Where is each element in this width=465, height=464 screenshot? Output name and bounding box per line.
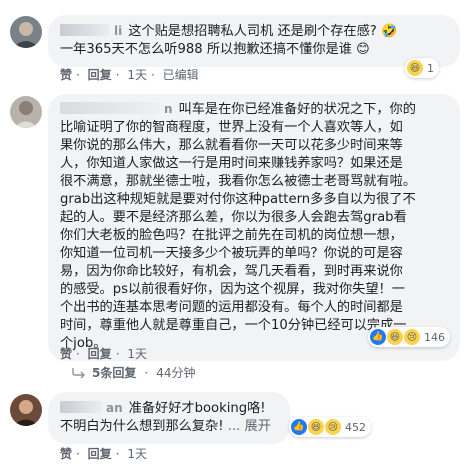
comment-2-bubble: n 叫车是在你已经准备好的状况之下，你的 比喻证明了你的智商程度，世界上没有一个人…: [48, 94, 460, 361]
comment-2-line: grab出这种规矩就是要对付你这种pattern多多自以为很了不: [60, 192, 416, 207]
like-button[interactable]: 赞: [60, 447, 72, 461]
sad-reaction-icon: 😢: [325, 419, 341, 435]
avatar[interactable]: [10, 394, 42, 426]
comment-2-line: 起的人。要不是经济那么差，你以为很多人会跑去驾grab看: [60, 210, 407, 225]
reply-button[interactable]: 回复: [88, 68, 112, 82]
timestamp[interactable]: 1天: [127, 347, 147, 361]
reply-button[interactable]: 回复: [88, 447, 112, 461]
avatar[interactable]: [10, 96, 42, 128]
comment-2-line: 你们大老板的脸色吗？在批评之前先在司机的岗位想一想，: [60, 228, 403, 243]
reaction-count: 452: [345, 420, 366, 434]
replies-count-link[interactable]: 5条回复: [92, 364, 136, 381]
comment-2-line: 个出书的连基本思考问题的运用都没有。每个人的时间都是: [60, 300, 403, 315]
comment-2-line: 很不满意，那就坐德士啦，我看你怎么被德士老哥骂就有啦。: [60, 174, 417, 189]
rofl-emoji-icon: 🤣: [381, 24, 398, 39]
reaction-count: 146: [424, 330, 445, 344]
smile-emoji-icon: 😊: [356, 42, 370, 57]
edited-label: 已编辑: [162, 68, 199, 82]
comment-2-line: 叫车是在你已经准备好的状况之下，你的: [178, 102, 416, 117]
timestamp[interactable]: 1天: [127, 447, 147, 461]
replies-timestamp: 44分钟: [156, 366, 196, 380]
comment-3-line1: 准备好好才booking咯!: [128, 401, 266, 416]
author-name-redacted[interactable]: [60, 401, 102, 413]
comment-2-actions: 赞 · 回复 · 1天: [60, 347, 147, 361]
timestamp[interactable]: 1天: [127, 68, 147, 82]
reply-button[interactable]: 回复: [88, 347, 112, 361]
comment-3: [10, 394, 42, 426]
author-name-redacted[interactable]: [60, 24, 110, 36]
author-name-tail[interactable]: n: [164, 102, 173, 116]
avatar[interactable]: [10, 16, 42, 48]
like-button[interactable]: 赞: [60, 68, 72, 82]
comment-2-line: 的感受。ps以前很看好你，因为这个视屏，我对你失望！一: [60, 282, 405, 297]
view-replies[interactable]: 5条回复 · 44分钟: [72, 364, 195, 381]
like-reaction-icon: 👍: [291, 419, 307, 435]
comment-3-line2: 不明白为什么想到那么复杂!: [60, 419, 224, 434]
comment-3-reactions[interactable]: 👍 😆 😢 452: [289, 417, 371, 437]
comment-2-reactions[interactable]: 👍 😆 😢 146: [368, 327, 450, 347]
reply-arrow-icon: [72, 367, 85, 378]
comment-1-line1: 这个贴是想招聘私人司机 还是刷个存在感?: [128, 24, 377, 39]
haha-reaction-icon: 😆: [387, 329, 403, 345]
comment-2: [10, 96, 42, 128]
comment-2-line: 易，因为你命比较好，有机会，驾几天看看，到时再来说你: [60, 264, 403, 279]
comment-2-line: 人，你知道人家做这一行是用时间来赚钱养家吗？如果还是: [60, 156, 403, 171]
avatar-image-icon: [10, 16, 42, 48]
avatar-image-icon: [10, 96, 42, 128]
sad-reaction-icon: 😢: [404, 329, 420, 345]
comment-2-line: 时间，尊重他人就是尊重自己，一个10分钟已经可以完成一: [60, 318, 407, 333]
comment-3-actions: 赞 · 回复 · 1天: [60, 447, 147, 461]
comment-1-reactions[interactable]: 😆 1: [405, 58, 439, 78]
avatar-image-icon: [10, 394, 42, 426]
comment-2-line: 果你说的那么伟大，那么就看看你一天可以花多少时间来等: [60, 138, 403, 153]
separator: ·: [144, 365, 149, 380]
comment-3-bubble: an 准备好好才booking咯! 不明白为什么想到那么复杂! ... 展开: [48, 392, 290, 444]
author-name-tail[interactable]: an: [106, 401, 123, 415]
haha-reaction-icon: 😆: [308, 419, 324, 435]
author-name-redacted[interactable]: [60, 102, 160, 114]
author-name-tail[interactable]: li: [114, 24, 122, 38]
see-more-link[interactable]: ... 展开: [228, 419, 271, 434]
like-reaction-icon: 👍: [370, 329, 386, 345]
comment-1-line2: 一年365天不怎么听988 所以抱歉还搞不懂你是谁: [60, 42, 352, 57]
comment-1: [10, 16, 42, 48]
comment-1-bubble: li 这个贴是想招聘私人司机 还是刷个存在感? 🤣 一年365天不怎么听988 所…: [48, 15, 460, 67]
comment-2-line: 比喻证明了你的智商程度，世界上没有一个人喜欢等人，如: [60, 120, 403, 135]
comment-1-actions: 赞 · 回复 · 1天 · 已编辑: [60, 68, 199, 82]
comment-2-line: 你知道一位司机一天接多少个被玩弄的单吗？你说的可是容: [60, 246, 403, 261]
haha-reaction-icon: 😆: [407, 60, 423, 76]
like-button[interactable]: 赞: [60, 347, 72, 361]
reaction-count: 1: [427, 61, 434, 75]
